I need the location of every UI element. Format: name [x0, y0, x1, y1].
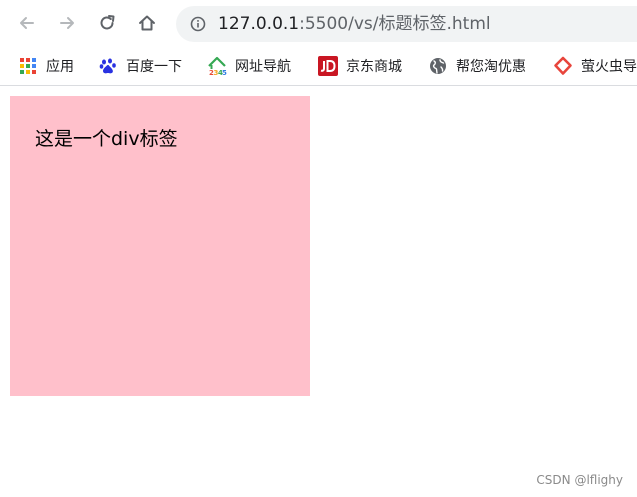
info-icon[interactable]: [190, 16, 206, 32]
address-bar[interactable]: 127.0.0.1:5500/vs/标题标签.html: [176, 6, 637, 42]
baidu-paw-icon: [98, 56, 118, 76]
bookmarks-bar: 应用 百度一下 2 3 4 5 网址导航 京东商城 帮您淘优惠 萤火虫导: [0, 47, 637, 86]
arrow-right-icon: [60, 17, 74, 29]
bookmark-label: 应用: [46, 59, 74, 75]
bookmark-apps[interactable]: 应用: [18, 47, 74, 85]
page-viewport: 这是一个div标签 CSDN @lflighy: [0, 86, 637, 497]
back-button[interactable]: [14, 10, 40, 36]
url-host: 127.0.0.1: [218, 14, 300, 34]
reload-button[interactable]: [94, 10, 120, 36]
pink-div-box: 这是一个div标签: [10, 96, 310, 396]
bookmark-baidu[interactable]: 百度一下: [98, 47, 182, 85]
home-button[interactable]: [134, 10, 160, 36]
bookmark-taobao-deals[interactable]: 帮您淘优惠: [428, 47, 526, 85]
arrow-left-icon: [20, 17, 34, 29]
firefly-icon: [553, 56, 573, 76]
url-path: :5500/vs/标题标签.html: [299, 14, 491, 34]
bookmark-hao123[interactable]: 2 3 4 5 网址导航: [207, 47, 291, 85]
svg-text:5: 5: [222, 69, 227, 76]
bookmark-label: 萤火虫导: [581, 59, 637, 75]
url-text[interactable]: 127.0.0.1:5500/vs/标题标签.html: [218, 6, 491, 42]
bookmark-label: 京东商城: [346, 59, 402, 75]
bookmark-firefly[interactable]: 萤火虫导: [553, 47, 637, 85]
bookmark-label: 网址导航: [235, 59, 291, 75]
bookmark-jd[interactable]: 京东商城: [318, 47, 402, 85]
bookmark-label: 百度一下: [126, 59, 182, 75]
browser-toolbar: 127.0.0.1:5500/vs/标题标签.html: [0, 0, 637, 47]
globe-icon: [428, 56, 448, 76]
apps-grid-icon: [18, 56, 38, 76]
div-text: 这是一个div标签: [35, 128, 178, 150]
hao123-house-icon: 2 3 4 5: [207, 56, 227, 76]
home-icon: [139, 15, 155, 31]
jd-logo-icon: [318, 56, 338, 76]
forward-button[interactable]: [54, 10, 80, 36]
csdn-watermark: CSDN @lflighy: [536, 473, 623, 487]
bookmark-label: 帮您淘优惠: [456, 59, 526, 75]
reload-icon: [100, 15, 115, 30]
